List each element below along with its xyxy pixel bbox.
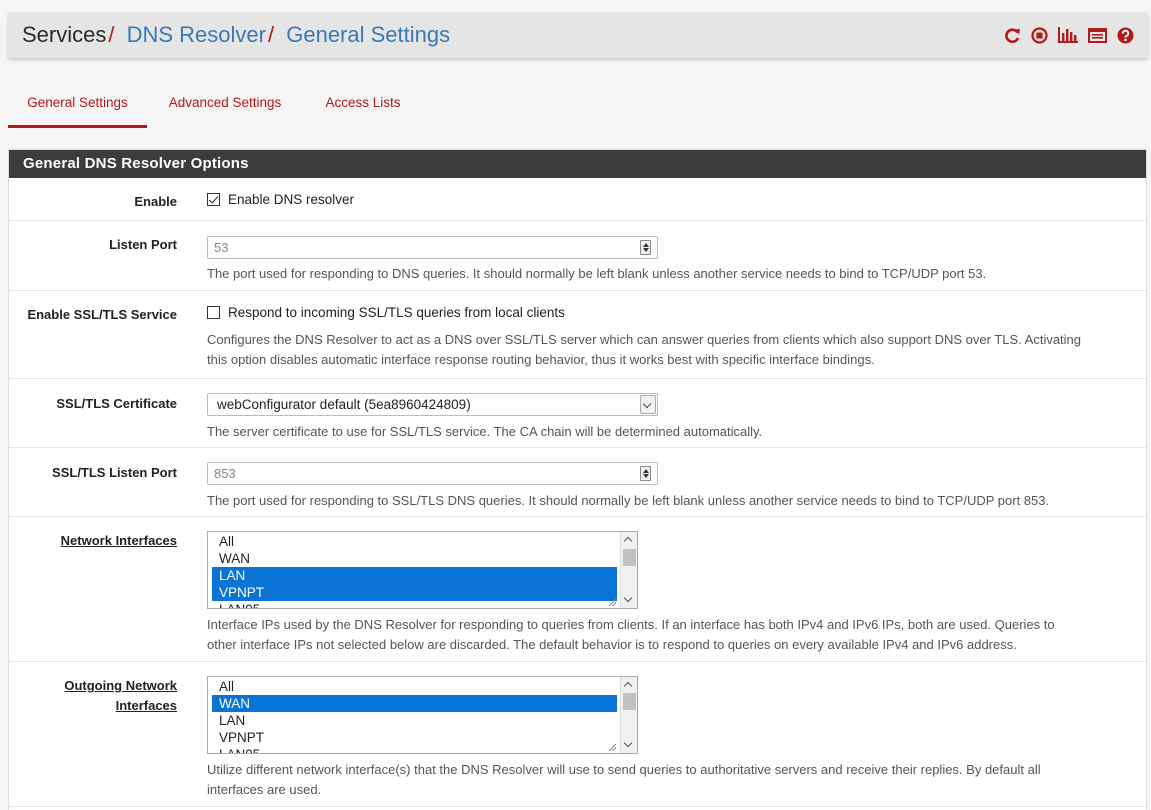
- list-option[interactable]: All: [212, 678, 617, 695]
- enable-checkbox-label: Enable DNS resolver: [228, 192, 355, 207]
- scroll-up-icon[interactable]: [623, 681, 633, 691]
- spinner-icon[interactable]: [640, 466, 651, 481]
- row-ssl-service: Enable SSL/TLS Service Respond to incomi…: [9, 291, 1146, 379]
- network-interfaces-label[interactable]: Network Interfaces: [61, 531, 177, 551]
- checkbox-checked-icon[interactable]: [207, 193, 220, 206]
- network-interfaces-help-line1: Interface IPs used by the DNS Resolver f…: [207, 617, 1055, 632]
- resize-grip-icon[interactable]: [609, 599, 616, 606]
- listen-port-value: 53: [214, 240, 229, 255]
- ssl-service-checkbox-label: Respond to incoming SSL/TLS queries from…: [228, 305, 565, 320]
- listen-port-label: Listen Port: [109, 237, 177, 252]
- network-interfaces-help-line2: other interface IPs not selected below a…: [207, 637, 1017, 652]
- ssl-certificate-label: SSL/TLS Certificate: [56, 396, 177, 411]
- breadcrumb-services: Services: [22, 22, 107, 47]
- row-ssl-listen-port: SSL/TLS Listen Port 853 The port used fo…: [9, 448, 1146, 517]
- listen-port-input[interactable]: 53: [207, 236, 658, 259]
- list-option[interactable]: WAN: [212, 550, 617, 567]
- stop-icon[interactable]: [1031, 26, 1048, 44]
- ssl-certificate-help: The server certificate to use for SSL/TL…: [207, 424, 763, 439]
- panel-title: General DNS Resolver Options: [9, 150, 1146, 178]
- list-option[interactable]: All: [212, 533, 617, 550]
- enable-dns-resolver-checkbox[interactable]: Enable DNS resolver: [207, 192, 354, 207]
- list-option[interactable]: VPNPT: [212, 729, 617, 746]
- spinner-icon[interactable]: [640, 240, 651, 255]
- list-option[interactable]: LAN05: [212, 746, 617, 753]
- enable-label: Enable: [134, 194, 177, 209]
- list-option[interactable]: LAN05: [212, 601, 617, 608]
- chevron-down-icon[interactable]: [640, 395, 656, 414]
- network-interfaces-options: All WAN LAN VPNPT LAN05: [212, 533, 617, 608]
- outgoing-interfaces-listbox[interactable]: All WAN LAN VPNPT LAN05: [207, 676, 638, 754]
- ssl-certificate-select[interactable]: webConfigurator default (5ea8960424809): [207, 393, 658, 416]
- ssl-service-label: Enable SSL/TLS Service: [27, 307, 177, 322]
- scroll-thumb[interactable]: [623, 549, 636, 566]
- ssl-service-checkbox[interactable]: Respond to incoming SSL/TLS queries from…: [207, 305, 565, 320]
- page-header: Services/ DNS Resolver/ General Settings: [8, 12, 1148, 58]
- ssl-service-help-line1: Configures the DNS Resolver to act as a …: [207, 332, 1082, 347]
- scroll-down-icon[interactable]: [623, 593, 633, 603]
- listen-port-help: The port used for responding to DNS quer…: [207, 266, 987, 281]
- list-option-selected[interactable]: LAN: [212, 567, 617, 584]
- ssl-certificate-value: webConfigurator default (5ea8960424809): [217, 397, 471, 412]
- tab-advanced-settings[interactable]: Advanced Settings: [154, 84, 296, 128]
- chart-icon[interactable]: [1058, 27, 1078, 43]
- ssl-listen-port-label: SSL/TLS Listen Port: [52, 465, 177, 480]
- outgoing-interfaces-label-line2[interactable]: Interfaces: [116, 696, 177, 716]
- list-option-selected[interactable]: WAN: [212, 695, 617, 712]
- ssl-listen-port-help: The port used for responding to SSL/TLS …: [207, 493, 1050, 508]
- row-enable: Enable Enable DNS resolver: [9, 178, 1146, 221]
- ssl-listen-port-input[interactable]: 853: [207, 462, 658, 485]
- checkbox-unchecked-icon[interactable]: [207, 306, 220, 319]
- help-icon[interactable]: [1117, 27, 1134, 44]
- ssl-service-help-line2: this option disables automatic interface…: [207, 352, 875, 367]
- scroll-up-icon[interactable]: [623, 536, 633, 546]
- scroll-thumb[interactable]: [623, 693, 636, 710]
- breadcrumb: Services/ DNS Resolver/ General Settings: [22, 22, 450, 48]
- header-actions: [1004, 25, 1134, 45]
- breadcrumb-general-settings[interactable]: General Settings: [286, 22, 450, 47]
- listbox-scrollbar[interactable]: [620, 677, 637, 753]
- list-icon[interactable]: [1088, 27, 1107, 43]
- outgoing-interfaces-help-line2: interfaces are used.: [207, 782, 322, 797]
- breadcrumb-dns-resolver[interactable]: DNS Resolver: [127, 22, 266, 47]
- listbox-scrollbar[interactable]: [620, 532, 637, 608]
- reload-icon[interactable]: [1004, 27, 1021, 44]
- network-interfaces-listbox[interactable]: All WAN LAN VPNPT LAN05: [207, 531, 638, 609]
- resize-grip-icon[interactable]: [609, 744, 616, 751]
- ssl-listen-port-value: 853: [214, 466, 236, 481]
- outgoing-interfaces-help-line1: Utilize different network interface(s) t…: [207, 762, 1041, 777]
- outgoing-interfaces-label-line1[interactable]: Outgoing Network: [64, 676, 177, 696]
- scroll-down-icon[interactable]: [623, 738, 633, 748]
- list-option[interactable]: LAN: [212, 712, 617, 729]
- tab-general-settings[interactable]: General Settings: [8, 84, 147, 128]
- breadcrumb-separator: /: [108, 22, 115, 47]
- list-option-selected[interactable]: VPNPT: [212, 584, 617, 601]
- tab-access-lists[interactable]: Access Lists: [311, 84, 415, 128]
- row-ssl-certificate: SSL/TLS Certificate webConfigurator defa…: [9, 379, 1146, 448]
- breadcrumb-separator: /: [267, 22, 275, 47]
- outgoing-interfaces-options: All WAN LAN VPNPT LAN05: [212, 678, 617, 753]
- row-listen-port: Listen Port 53 The port used for respond…: [9, 221, 1146, 291]
- row-outgoing-interfaces: Outgoing Network Interfaces All WAN LAN …: [9, 662, 1146, 807]
- general-options-panel: General DNS Resolver Options Enable Enab…: [8, 149, 1147, 810]
- row-network-interfaces: Network Interfaces All WAN LAN VPNPT LAN…: [9, 517, 1146, 662]
